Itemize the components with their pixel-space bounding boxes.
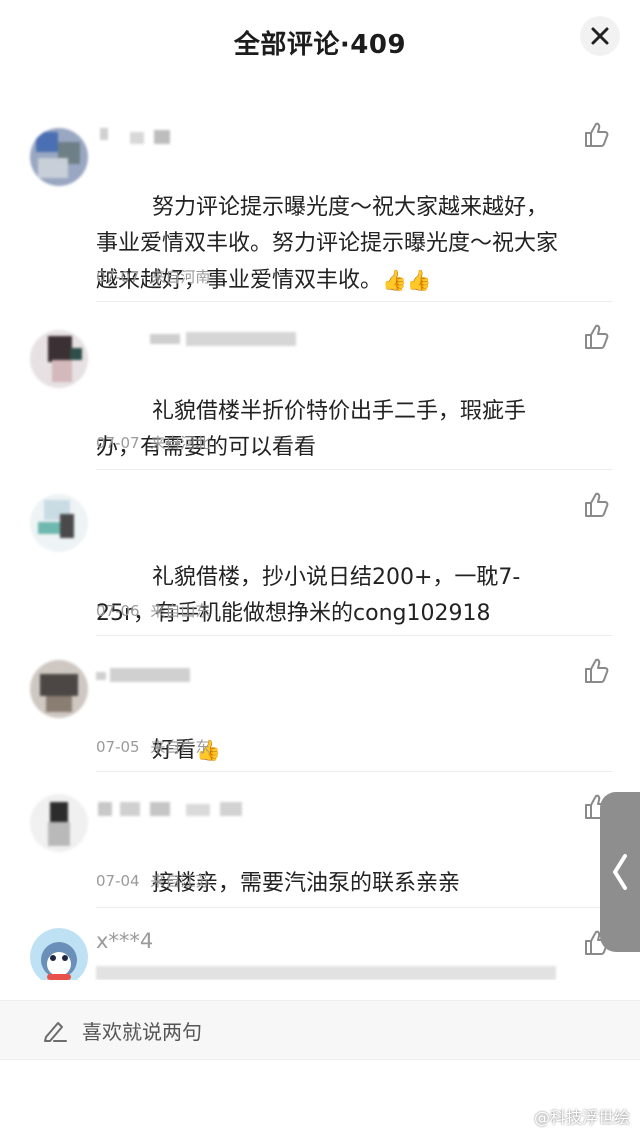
comment-item: 努力评论提示曝光度～祝大家越来越好，事业爱情双丰收。努力评论提示曝光度～祝大家越… <box>0 120 640 302</box>
comment-meta: 07-05 来自广东 <box>96 736 216 757</box>
watermark: @科技浮世绘 <box>533 1108 630 1127</box>
comment-item: 接楼亲，需要汽油泵的联系亲亲 07-04 来自江苏 <box>0 772 640 908</box>
like-icon[interactable] <box>582 322 612 352</box>
like-icon[interactable] <box>582 656 612 686</box>
comment-meta: 07-07 来自河南 <box>96 266 216 287</box>
comment-meta: 07-06 来自山东 <box>96 600 216 621</box>
comment-date: 07-04 <box>96 872 140 890</box>
avatar[interactable] <box>30 330 88 388</box>
comment-meta: 07-07 来自河北 <box>96 432 216 453</box>
comment-list[interactable]: 努力评论提示曝光度～祝大家越来越好，事业爱情双丰收。努力评论提示曝光度～祝大家越… <box>0 100 640 980</box>
avatar[interactable] <box>30 794 88 852</box>
chevron-left-icon <box>613 854 627 890</box>
comment-text-cutoff <box>96 966 556 980</box>
username-redacted <box>96 668 190 682</box>
avatar[interactable] <box>30 660 88 718</box>
comment-item: 好看👍 07-05 来自广东 <box>0 636 640 772</box>
comment-input-bar[interactable]: 喜欢就说两句 <box>0 1000 640 1060</box>
like-icon[interactable] <box>582 120 612 150</box>
username-redacted <box>150 332 296 346</box>
comment-location: 来自山东 <box>150 602 211 620</box>
comment-date: 07-06 <box>96 602 140 620</box>
page-title: 全部评论·409 <box>233 30 407 60</box>
avatar[interactable] <box>30 928 88 980</box>
pencil-icon <box>44 1022 67 1042</box>
comment-date: 07-05 <box>96 738 140 756</box>
comments-sheet: 全部评论·409 努力评论提示曝光度～祝大家越来越好，事业爱情双丰收。努力评论提… <box>0 0 640 1134</box>
close-button[interactable] <box>580 16 620 56</box>
username[interactable]: x***4 <box>96 928 153 954</box>
header: 全部评论·409 <box>0 0 640 90</box>
username-redacted <box>100 128 170 144</box>
comment-location: 来自广东 <box>150 738 211 756</box>
comment-item: x***4 <box>0 908 640 980</box>
avatar[interactable] <box>30 494 88 552</box>
like-icon[interactable] <box>582 490 612 520</box>
comment-date: 07-07 <box>96 434 140 452</box>
avatar[interactable] <box>30 128 88 186</box>
thumbs-up-emoji: 👍👍 <box>382 268 432 292</box>
comment-input-placeholder[interactable]: 喜欢就说两句 <box>82 1016 202 1045</box>
username-redacted <box>98 802 242 816</box>
comment-date: 07-07 <box>96 268 140 286</box>
comment-location: 来自江苏 <box>150 872 211 890</box>
side-collapse-handle[interactable] <box>600 792 640 952</box>
comment-item: 礼貌借楼半折价特价出手二手，瑕疵手办，有需要的可以看看 07-07 来自河北 <box>0 302 640 470</box>
comment-meta: 07-04 来自江苏 <box>96 870 216 891</box>
comment-location: 来自河南 <box>150 268 211 286</box>
comment-location: 来自河北 <box>150 434 211 452</box>
comment-item: 礼貌借楼，抄小说日结200+，一耽7-25r，有手机能做想挣米的cong1029… <box>0 470 640 636</box>
close-icon <box>591 27 609 45</box>
